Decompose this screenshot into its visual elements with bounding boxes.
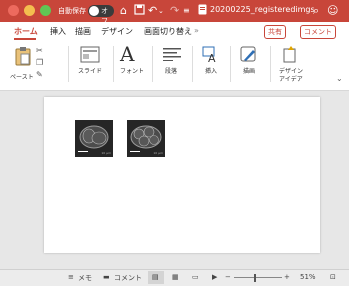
normal-view-icon: ▤ <box>152 273 159 281</box>
copy-icon[interactable]: ❐ <box>36 58 43 67</box>
autosave-toggle[interactable]: オフ <box>88 5 114 25</box>
svg-text:A: A <box>208 52 216 64</box>
slides-label: スライド <box>78 68 103 75</box>
cut-icon[interactable]: ✂ <box>36 46 43 55</box>
notes-icon[interactable]: ≡ <box>68 273 74 281</box>
embryo-image-2[interactable]: 10 µm <box>127 120 165 157</box>
ribbon: ペースト ✂ ❐ ✎ スライド A フォント 段落 A 挿入 描画 デザイン ア… <box>0 40 349 91</box>
maximize-window-button[interactable] <box>40 5 51 16</box>
drawing-button[interactable]: 描画 <box>236 44 262 88</box>
paragraph-button[interactable]: 段落 <box>158 44 186 88</box>
zoom-slider-thumb[interactable] <box>254 274 256 282</box>
comment-label: コメント <box>304 28 332 36</box>
scale-label: 10 µm <box>101 151 111 155</box>
paste-label: ペースト <box>10 74 34 81</box>
customize-toolbar-icon[interactable]: ≡ <box>183 4 190 18</box>
share-button[interactable]: 共有 <box>264 25 286 39</box>
minimize-window-button[interactable] <box>24 5 35 16</box>
zoom-slider-track[interactable] <box>234 277 282 278</box>
tab-design[interactable]: デザイン <box>101 26 133 37</box>
slide-sorter-icon[interactable]: ▦ <box>172 273 179 281</box>
font-label: フォント <box>120 68 145 75</box>
close-window-button[interactable] <box>8 5 19 16</box>
ribbon-separator <box>68 46 69 82</box>
comments-icon[interactable]: ▬ <box>103 273 110 281</box>
designer-button[interactable]: デザイン アイデア <box>276 44 306 88</box>
notes-button[interactable]: メモ <box>78 273 92 283</box>
insert-label: 挿入 <box>205 68 218 75</box>
ribbon-separator <box>113 46 114 82</box>
font-button[interactable]: A フォント <box>117 42 147 88</box>
save-icon[interactable] <box>134 4 145 19</box>
ribbon-separator <box>192 46 193 82</box>
more-tabs-icon[interactable]: » <box>194 26 199 35</box>
search-icon[interactable]: ⌕ <box>313 4 319 18</box>
tab-transitions[interactable]: 画面切り替え <box>144 26 192 37</box>
toggle-knob <box>89 6 99 16</box>
comments-button[interactable]: コメント <box>114 273 142 283</box>
undo-dropdown-icon[interactable]: ⌄ <box>158 4 164 18</box>
ribbon-tab-bar: ホーム 挿入 描画 デザイン 画面切り替え » <box>0 22 349 40</box>
title-bar: 自動保存 オフ ⌂ ↶ ⌄ ↷ ≡ 20200225_registeredimg… <box>0 0 349 25</box>
paragraph-label: 段落 <box>165 68 178 75</box>
ribbon-separator <box>270 46 271 82</box>
zoom-level[interactable]: 51% <box>300 273 316 281</box>
account-icon[interactable]: ☺ <box>327 4 338 18</box>
drawing-icon <box>240 46 256 62</box>
slide-layout-icon <box>80 46 100 63</box>
scale-bar <box>78 151 88 152</box>
document-icon <box>198 4 207 19</box>
insert-shape-icon: A <box>202 46 216 64</box>
status-bar: ≡ メモ ▬ コメント ▤ ▦ ▭ ▶ − + 51% ⊡ <box>0 269 349 286</box>
ribbon-expand-icon[interactable]: ⌄ <box>336 74 343 83</box>
scale-label: 10 µm <box>153 151 163 155</box>
tab-draw[interactable]: 描画 <box>75 26 91 37</box>
share-label: 共有 <box>268 28 282 36</box>
tab-insert[interactable]: 挿入 <box>50 26 66 37</box>
redo-icon[interactable]: ↷ <box>170 4 179 18</box>
normal-view-button[interactable]: ▤ <box>148 271 164 284</box>
zoom-out-icon[interactable]: − <box>225 273 231 281</box>
new-slide-button[interactable]: スライド <box>74 44 108 88</box>
insert-button[interactable]: A 挿入 <box>198 44 224 88</box>
scale-bar <box>130 151 140 152</box>
document-title: 20200225_registeredimgs <box>210 5 315 14</box>
zoom-in-icon[interactable]: + <box>284 273 290 281</box>
embryo-image-1[interactable]: 10 µm <box>75 120 113 157</box>
slideshow-icon[interactable]: ▶ <box>212 273 217 281</box>
autosave-label: 自動保存 <box>58 7 86 15</box>
format-painter-icon[interactable]: ✎ <box>36 70 43 79</box>
designer-label-line2: アイデア <box>279 76 303 83</box>
comment-button[interactable]: コメント <box>300 25 336 39</box>
fit-to-window-icon[interactable]: ⊡ <box>330 273 336 281</box>
designer-icon <box>283 46 296 63</box>
ribbon-separator <box>230 46 231 82</box>
tab-home[interactable]: ホーム <box>14 26 38 37</box>
drawing-label: 描画 <box>243 68 256 75</box>
ribbon-separator <box>152 46 153 82</box>
undo-icon[interactable]: ↶ <box>148 4 157 18</box>
presenter-view-icon[interactable]: ▭ <box>192 273 199 281</box>
font-icon: A <box>120 42 135 66</box>
home-icon[interactable]: ⌂ <box>120 4 127 18</box>
paste-icon <box>15 47 31 66</box>
paragraph-icon <box>163 48 181 61</box>
